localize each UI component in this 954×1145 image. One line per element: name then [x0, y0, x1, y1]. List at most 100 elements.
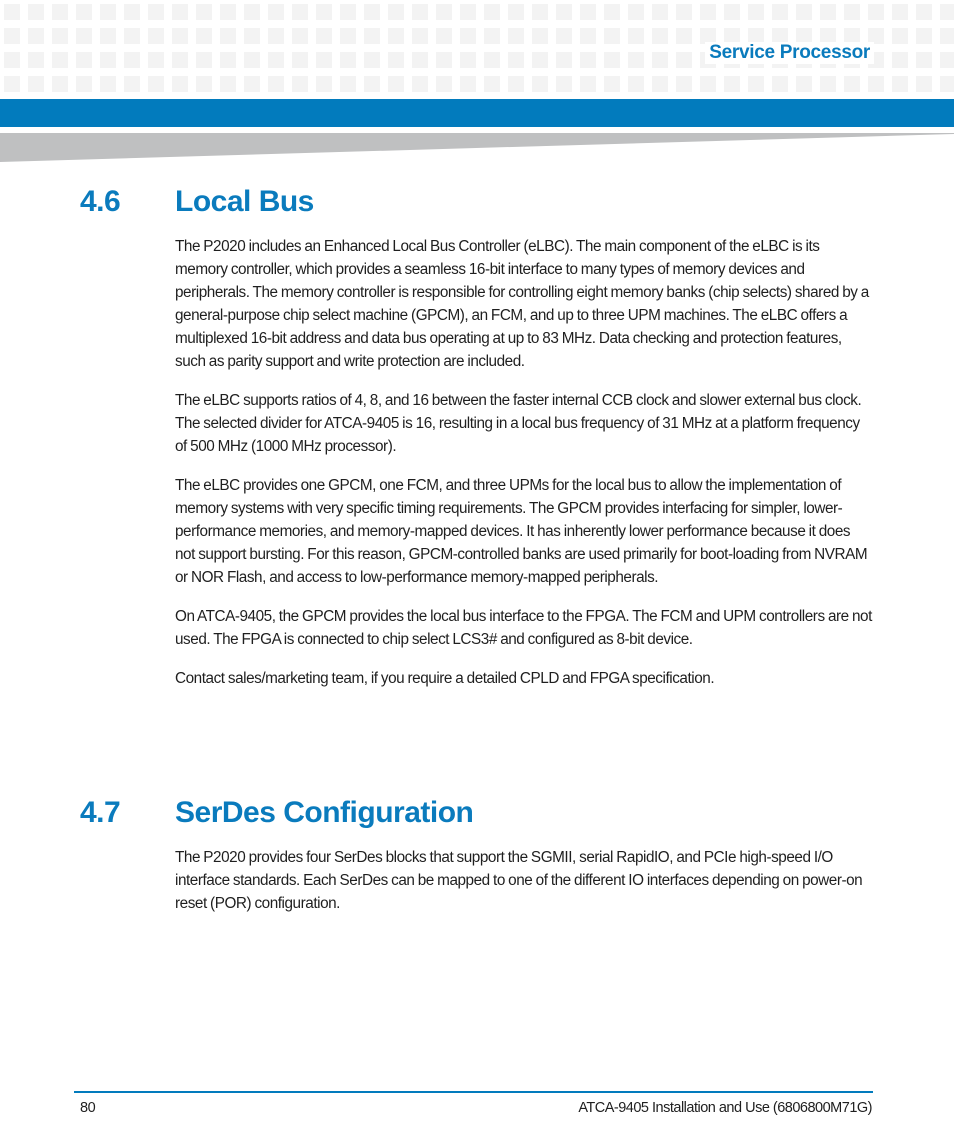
- grid-square: [916, 52, 932, 68]
- grid-square: [172, 52, 188, 68]
- paragraph: The P2020 includes an Enhanced Local Bus…: [175, 238, 869, 370]
- grid-square: [52, 52, 68, 68]
- grid-square: [628, 4, 644, 20]
- grid-square: [868, 4, 884, 20]
- grid-square: [292, 76, 308, 92]
- grid-square: [436, 76, 452, 92]
- grid-square: [172, 4, 188, 20]
- grid-square: [28, 52, 44, 68]
- grid-square: [76, 4, 92, 20]
- grid-square: [916, 28, 932, 44]
- grid-square: [508, 28, 524, 44]
- grid-square: [100, 4, 116, 20]
- grid-square: [316, 28, 332, 44]
- grid-square: [28, 28, 44, 44]
- page-number: 80: [80, 1100, 96, 1116]
- grid-square: [844, 76, 860, 92]
- grid-square: [388, 76, 404, 92]
- grid-square: [148, 28, 164, 44]
- grid-square: [172, 76, 188, 92]
- grid-square: [4, 52, 20, 68]
- grid-square: [100, 76, 116, 92]
- grid-square: [148, 52, 164, 68]
- grid-square: [796, 4, 812, 20]
- grid-square: [196, 52, 212, 68]
- paragraph: The P2020 provides four SerDes blocks th…: [175, 849, 863, 912]
- grid-square: [916, 4, 932, 20]
- grid-square: [388, 52, 404, 68]
- grid-square: [124, 76, 140, 92]
- grid-square: [388, 4, 404, 20]
- section-number: 4.6: [80, 185, 121, 218]
- grid-square: [844, 4, 860, 20]
- section-title: SerDes Configuration: [175, 796, 474, 829]
- section-serdes-configuration: 4.7 SerDes Configuration The P2020 provi…: [0, 796, 954, 931]
- grid-square: [100, 52, 116, 68]
- grid-square: [220, 28, 236, 44]
- grid-square: [532, 28, 548, 44]
- section-number: 4.7: [80, 796, 121, 829]
- grid-square: [340, 28, 356, 44]
- grid-square: [604, 76, 620, 92]
- grid-square: [940, 28, 954, 44]
- grid-square: [940, 76, 954, 92]
- grid-square: [892, 52, 908, 68]
- grid-square: [268, 4, 284, 20]
- running-header-title: Service Processor: [705, 42, 874, 64]
- paragraph: On ATCA-9405, the GPCM provides the loca…: [175, 608, 872, 648]
- grid-square: [724, 4, 740, 20]
- grid-square: [484, 4, 500, 20]
- grid-square: [484, 76, 500, 92]
- grid-square: [484, 28, 500, 44]
- grid-square: [124, 52, 140, 68]
- grid-square: [652, 76, 668, 92]
- grid-square: [388, 28, 404, 44]
- grid-square: [508, 4, 524, 20]
- grid-square: [364, 52, 380, 68]
- grid-square: [940, 4, 954, 20]
- grid-square: [772, 4, 788, 20]
- grid-square: [508, 52, 524, 68]
- grid-square: [100, 28, 116, 44]
- paragraph: The eLBC provides one GPCM, one FCM, and…: [175, 477, 868, 586]
- grid-square: [748, 76, 764, 92]
- grid-square: [580, 76, 596, 92]
- grid-square: [940, 52, 954, 68]
- grid-square: [508, 76, 524, 92]
- grid-square: [28, 4, 44, 20]
- footer-divider: [74, 1091, 873, 1093]
- grid-square: [652, 4, 668, 20]
- grid-square: [364, 76, 380, 92]
- grid-square: [604, 4, 620, 20]
- grid-square: [244, 76, 260, 92]
- grid-square: [628, 76, 644, 92]
- grid-square: [148, 4, 164, 20]
- grid-square: [28, 76, 44, 92]
- grid-square: [292, 4, 308, 20]
- grid-square: [652, 28, 668, 44]
- grid-square: [4, 76, 20, 92]
- grid-square: [172, 28, 188, 44]
- grid-square: [676, 76, 692, 92]
- grid-square: [556, 76, 572, 92]
- grid-square: [244, 28, 260, 44]
- grid-square: [148, 76, 164, 92]
- grid-square: [316, 52, 332, 68]
- grid-square: [316, 76, 332, 92]
- grid-square: [436, 52, 452, 68]
- header-blue-band: [0, 99, 954, 127]
- grid-square: [364, 4, 380, 20]
- grid-square: [532, 76, 548, 92]
- grid-square: [556, 4, 572, 20]
- grid-square: [196, 28, 212, 44]
- grid-square: [268, 28, 284, 44]
- grid-square: [868, 76, 884, 92]
- grid-square: [4, 4, 20, 20]
- section-local-bus: 4.6 Local Bus The P2020 includes an Enha…: [0, 185, 954, 706]
- grid-square: [460, 4, 476, 20]
- grid-square: [892, 28, 908, 44]
- grid-square: [460, 52, 476, 68]
- grid-square: [4, 28, 20, 44]
- grid-square: [676, 4, 692, 20]
- grid-square: [268, 52, 284, 68]
